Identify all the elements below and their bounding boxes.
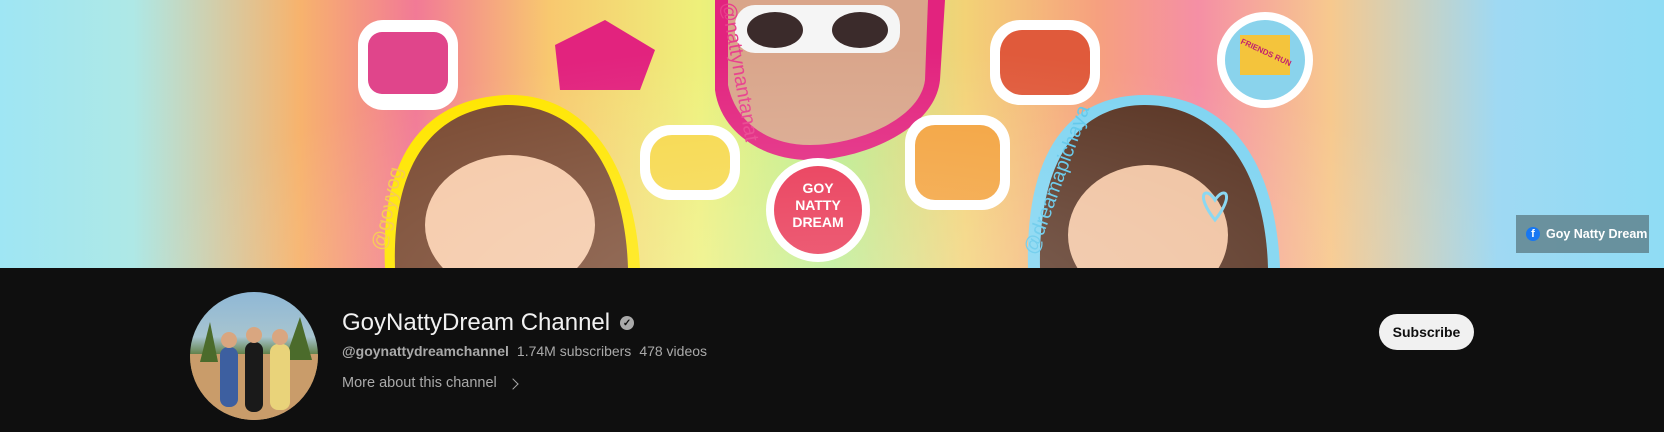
chevron-right-icon — [507, 377, 519, 390]
handle-nattynantanat: @nattynantanat — [716, 0, 763, 144]
sticker-face — [990, 20, 1100, 105]
avatar-person-3 — [270, 344, 290, 410]
facebook-icon: f — [1526, 227, 1540, 241]
handle-goyyog: @goyyog — [368, 165, 408, 253]
sticker-house — [555, 20, 655, 90]
sunglasses-icon — [735, 5, 900, 53]
right-person-face — [1068, 165, 1228, 268]
left-person-outline — [384, 94, 640, 268]
sticker-fries-fill — [1225, 20, 1305, 100]
sticker-face-fill — [1000, 30, 1090, 95]
banner-artwork — [358, 0, 1313, 268]
channel-name: GoyNattyDream Channel — [342, 309, 611, 336]
handle-dreamapichaya: @dreamapichaya — [1020, 102, 1095, 258]
sticker-fries — [1217, 12, 1313, 108]
sticker-bowl — [905, 115, 1010, 210]
sticker-logo-ring — [766, 158, 870, 262]
left-person-hair — [394, 104, 628, 268]
channel-avatar[interactable] — [190, 292, 318, 420]
verified-check-icon: ✓ — [620, 316, 635, 330]
channel-meta: @goynattydreamchannel 1.74M subscribers … — [342, 343, 707, 359]
sticker-car — [358, 20, 458, 110]
avatar-head-1 — [221, 332, 237, 348]
sticker-fries-text: FRIENDS RUN — [1239, 36, 1293, 69]
avatar-head-3 — [272, 329, 288, 345]
more-about-channel-link[interactable]: More about this channel — [342, 375, 519, 391]
facebook-link[interactable]: f Goy Natty Dream — [1516, 215, 1649, 253]
sticker-vehicle — [640, 125, 740, 200]
center-person-outline — [715, 0, 945, 160]
right-person-outline — [1027, 95, 1280, 268]
subscriber-count: 1.74M subscribers — [516, 343, 632, 359]
center-person-face — [728, 0, 928, 145]
video-count: 478 videos — [639, 343, 708, 359]
sticker-fries-icon — [1240, 35, 1290, 75]
channel-banner: @goyyog @nattynantanat @dreamapichaya GO… — [0, 0, 1664, 268]
sticker-logo-text: GOY NATTY DREAM — [792, 180, 844, 230]
sticker-bowl-fill — [915, 125, 1000, 200]
avatar-head-2 — [246, 327, 262, 343]
channel-handle: @goynattydreamchannel — [342, 343, 509, 359]
sunglasses-lens-right — [832, 12, 888, 48]
avatar-person-2 — [245, 342, 263, 412]
sticker-vehicle-fill — [650, 135, 730, 190]
right-person-hair — [1039, 105, 1268, 268]
avatar-photo — [190, 317, 318, 420]
left-person-face — [425, 155, 595, 268]
more-about-label: More about this channel — [342, 375, 497, 391]
channel-title: GoyNattyDream Channel ✓ — [342, 309, 635, 337]
facebook-link-label: Goy Natty Dream — [1546, 227, 1648, 241]
subscribe-button[interactable]: Subscribe — [1379, 314, 1474, 350]
sticker-car-fill — [368, 32, 448, 94]
avatar-tree-left — [200, 322, 218, 362]
sticker-logo — [774, 166, 862, 254]
sunglasses-lens-left — [747, 12, 803, 48]
avatar-person-1 — [220, 347, 238, 407]
heart-icon — [1201, 191, 1229, 223]
